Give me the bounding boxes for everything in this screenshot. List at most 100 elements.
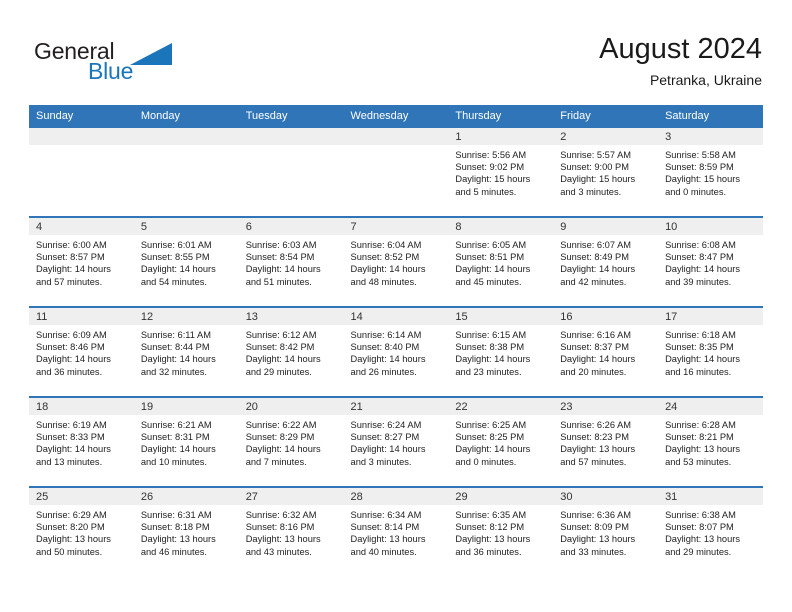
day-sun-info [344, 145, 449, 149]
daylight-text: Daylight: 14 hours [36, 354, 111, 365]
day-sun-info: Sunrise: 6:36 AM Sunset: 8:09 PM Daylight:… [553, 505, 658, 558]
daylight-text: Daylight: 14 hours [140, 264, 216, 275]
weekday-header-row: Sunday Monday Tuesday Wednesday Thursday Frid… [29, 105, 763, 128]
day-sun-info: Sunrise: 5:57 AM Sunset: 9:00 PM Daylight:… [553, 145, 658, 198]
day-number [29, 128, 134, 145]
daylight-text: Daylight: 13 hours [140, 534, 216, 545]
sunset-text: Sunset: 8:40 PM [350, 342, 420, 353]
day-sun-info: Sunrise: 6:16 AM Sunset: 8:37 PM Daylight:… [553, 325, 658, 378]
calendar-week-row: 18 Sunrise: 6:19 AM Sunset: 8:33 PM Dayligh… [29, 396, 763, 487]
calendar-day-cell[interactable]: 27 Sunrise: 6:32 AM Sunset: 8:16 PM Dayligh… [238, 486, 344, 576]
calendar-day-cell[interactable]: 18 Sunrise: 6:19 AM Sunset: 8:33 PM Dayligh… [29, 396, 134, 487]
calendar-day-cell[interactable]: 23 Sunrise: 6:26 AM Sunset: 8:23 PM Dayligh… [553, 396, 659, 487]
sunset-text: Sunset: 8:18 PM [140, 522, 210, 533]
calendar-day-cell[interactable]: 20 Sunrise: 6:22 AM Sunset: 8:29 PM Dayligh… [238, 396, 344, 487]
daylight-text: and 29 minutes. [245, 366, 312, 377]
day-cell-inner: 7 Sunrise: 6:04 AM Sunset: 8:52 PM Daylight… [343, 218, 449, 306]
weekday-header-monday: Monday [133, 105, 239, 128]
day-sun-info: Sunrise: 6:03 AM Sunset: 8:54 PM Daylight:… [239, 235, 344, 288]
calendar-day-cell-empty [29, 128, 134, 217]
daylight-text: and 5 minutes. [455, 186, 517, 197]
calendar-day-cell[interactable]: 26 Sunrise: 6:31 AM Sunset: 8:18 PM Dayligh… [133, 486, 239, 576]
daylight-text: and 54 minutes. [140, 276, 207, 287]
day-number: 31 [658, 488, 763, 505]
calendar-day-cell[interactable]: 3 Sunrise: 5:58 AM Sunset: 8:59 PM Daylight… [658, 128, 763, 217]
calendar-day-cell[interactable]: 6 Sunrise: 6:03 AM Sunset: 8:54 PM Daylight… [238, 216, 344, 307]
daylight-text: Daylight: 14 hours [560, 264, 636, 275]
calendar-day-cell-empty [238, 128, 344, 217]
calendar-day-cell[interactable]: 22 Sunrise: 6:25 AM Sunset: 8:25 PM Dayligh… [448, 396, 554, 487]
day-cell-inner: 18 Sunrise: 6:19 AM Sunset: 8:33 PM Dayligh… [29, 398, 134, 486]
calendar-table: Sunday Monday Tuesday Wednesday Thursday Frid… [29, 105, 763, 576]
calendar-day-cell[interactable]: 17 Sunrise: 6:18 AM Sunset: 8:35 PM Dayligh… [658, 306, 763, 397]
day-sun-info: Sunrise: 6:19 AM Sunset: 8:33 PM Daylight:… [29, 415, 134, 468]
calendar-day-cell[interactable]: 14 Sunrise: 6:14 AM Sunset: 8:40 PM Dayligh… [343, 306, 449, 397]
sunrise-text: Sunrise: 6:00 AM [36, 240, 107, 250]
calendar-day-cell[interactable]: 11 Sunrise: 6:09 AM Sunset: 8:46 PM Dayligh… [29, 306, 134, 397]
daylight-text: and 20 minutes. [560, 366, 627, 377]
sunrise-text: Sunrise: 6:36 AM [560, 510, 632, 520]
calendar-day-cell[interactable]: 2 Sunrise: 5:57 AM Sunset: 9:00 PM Daylight… [553, 128, 659, 217]
calendar-day-cell[interactable]: 8 Sunrise: 6:05 AM Sunset: 8:51 PM Daylight… [448, 216, 554, 307]
sunset-text: Sunset: 8:07 PM [665, 522, 734, 533]
daylight-text: Daylight: 13 hours [665, 444, 740, 455]
day-sun-info: Sunrise: 6:29 AM Sunset: 8:20 PM Daylight:… [29, 505, 134, 558]
calendar-day-cell[interactable]: 31 Sunrise: 6:38 AM Sunset: 8:07 PM Dayligh… [658, 486, 763, 576]
day-number: 15 [448, 308, 554, 325]
daylight-text: and 50 minutes. [36, 546, 103, 557]
calendar-day-cell[interactable]: 30 Sunrise: 6:36 AM Sunset: 8:09 PM Dayligh… [553, 486, 659, 576]
calendar-week-row: 25 Sunrise: 6:29 AM Sunset: 8:20 PM Dayligh… [29, 486, 763, 576]
day-number: 3 [658, 128, 763, 145]
sunrise-text: Sunrise: 6:31 AM [140, 510, 212, 520]
calendar-day-cell[interactable]: 16 Sunrise: 6:16 AM Sunset: 8:37 PM Dayligh… [553, 306, 659, 397]
day-cell-inner: 9 Sunrise: 6:07 AM Sunset: 8:49 PM Daylight… [553, 218, 659, 306]
sunrise-text: Sunrise: 6:24 AM [350, 420, 422, 430]
calendar-day-cell[interactable]: 12 Sunrise: 6:11 AM Sunset: 8:44 PM Dayligh… [133, 306, 239, 397]
day-cell-inner: 6 Sunrise: 6:03 AM Sunset: 8:54 PM Daylight… [238, 218, 344, 306]
sunrise-text: Sunrise: 6:07 AM [560, 240, 632, 250]
sunrise-text: Sunrise: 6:14 AM [350, 330, 422, 340]
daylight-text: Daylight: 13 hours [455, 534, 531, 545]
sunset-text: Sunset: 8:44 PM [140, 342, 210, 353]
daylight-text: Daylight: 14 hours [140, 444, 216, 455]
calendar-day-cell[interactable]: 9 Sunrise: 6:07 AM Sunset: 8:49 PM Daylight… [553, 216, 659, 307]
calendar-day-cell[interactable]: 10 Sunrise: 6:08 AM Sunset: 8:47 PM Dayligh… [658, 216, 763, 307]
calendar-day-cell[interactable]: 29 Sunrise: 6:35 AM Sunset: 8:12 PM Dayligh… [448, 486, 554, 576]
day-cell-inner [343, 128, 449, 216]
daylight-text: and 32 minutes. [140, 366, 207, 377]
calendar-day-cell[interactable]: 15 Sunrise: 6:15 AM Sunset: 8:38 PM Dayligh… [448, 306, 554, 397]
daylight-text: Daylight: 14 hours [455, 264, 531, 275]
calendar-day-cell[interactable]: 4 Sunrise: 6:00 AM Sunset: 8:57 PM Daylight… [29, 216, 134, 307]
day-cell-inner: 29 Sunrise: 6:35 AM Sunset: 8:12 PM Dayligh… [448, 488, 554, 576]
calendar-day-cell[interactable]: 25 Sunrise: 6:29 AM Sunset: 8:20 PM Dayligh… [29, 486, 134, 576]
day-cell-inner: 5 Sunrise: 6:01 AM Sunset: 8:55 PM Daylight… [133, 218, 239, 306]
sunrise-text: Sunrise: 6:12 AM [245, 330, 317, 340]
day-cell-inner: 4 Sunrise: 6:00 AM Sunset: 8:57 PM Daylight… [29, 218, 134, 306]
calendar-day-cell[interactable]: 21 Sunrise: 6:24 AM Sunset: 8:27 PM Dayligh… [343, 396, 449, 487]
calendar-day-cell[interactable]: 24 Sunrise: 6:28 AM Sunset: 8:21 PM Dayligh… [658, 396, 763, 487]
calendar-day-cell[interactable]: 1 Sunrise: 5:56 AM Sunset: 9:02 PM Daylight… [448, 128, 554, 217]
sunset-text: Sunset: 8:31 PM [140, 432, 210, 443]
calendar-week-row: 1 Sunrise: 5:56 AM Sunset: 9:02 PM Daylight… [29, 128, 763, 217]
calendar-day-cell[interactable]: 28 Sunrise: 6:34 AM Sunset: 8:14 PM Dayligh… [343, 486, 449, 576]
calendar-page: General Blue August 2024 Petranka, Ukrai… [0, 0, 792, 612]
daylight-text: Daylight: 14 hours [350, 264, 426, 275]
daylight-text: and 23 minutes. [455, 366, 522, 377]
page-title: August 2024 [599, 33, 762, 65]
daylight-text: Daylight: 14 hours [350, 444, 426, 455]
daylight-text: and 3 minutes. [560, 186, 622, 197]
day-sun-info: Sunrise: 6:01 AM Sunset: 8:55 PM Daylight:… [134, 235, 239, 288]
sunset-text: Sunset: 8:33 PM [36, 432, 105, 443]
calendar-day-cell[interactable]: 13 Sunrise: 6:12 AM Sunset: 8:42 PM Dayligh… [238, 306, 344, 397]
day-number: 22 [448, 398, 554, 415]
calendar-day-cell[interactable]: 5 Sunrise: 6:01 AM Sunset: 8:55 PM Daylight… [133, 216, 239, 307]
calendar-day-cell[interactable]: 19 Sunrise: 6:21 AM Sunset: 8:31 PM Dayligh… [133, 396, 239, 487]
daylight-text: Daylight: 14 hours [245, 354, 321, 365]
daylight-text: and 0 minutes. [455, 456, 517, 467]
general-blue-logo[interactable]: General Blue [34, 38, 214, 90]
calendar-day-cell[interactable]: 7 Sunrise: 6:04 AM Sunset: 8:52 PM Daylight… [343, 216, 449, 307]
sunrise-text: Sunrise: 6:26 AM [560, 420, 632, 430]
day-number: 20 [238, 398, 344, 415]
daylight-text: and 0 minutes. [665, 186, 727, 197]
sunrise-text: Sunrise: 6:11 AM [140, 330, 211, 340]
